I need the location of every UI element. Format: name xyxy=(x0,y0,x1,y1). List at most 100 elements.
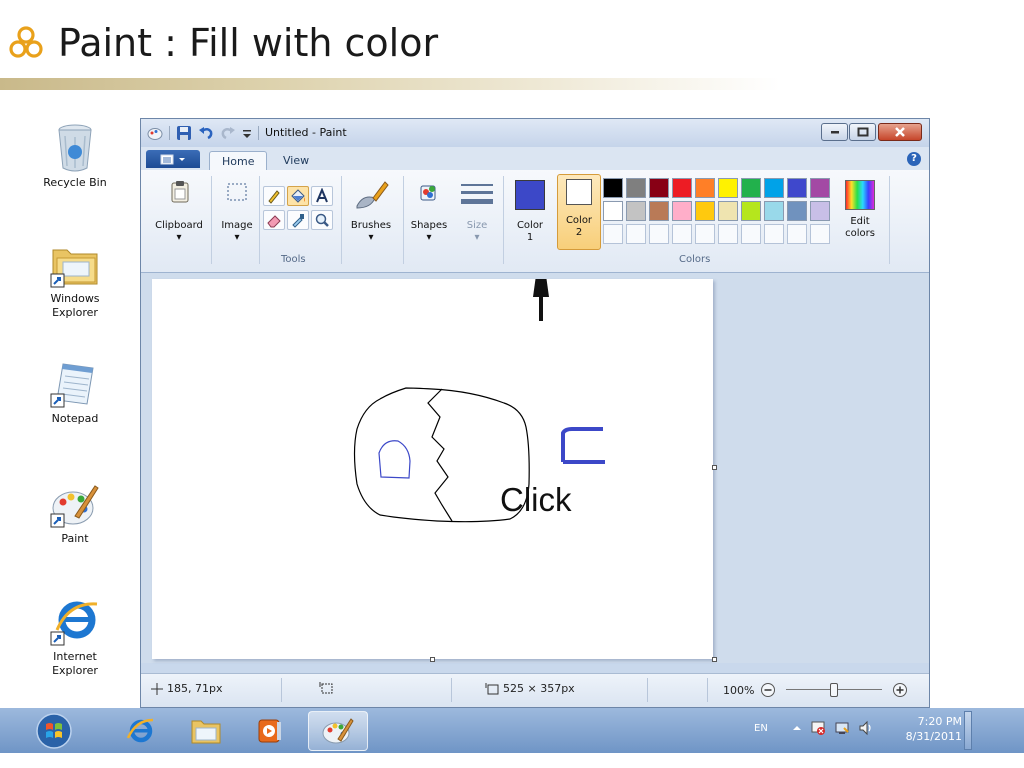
custom-color-slot[interactable] xyxy=(718,224,738,244)
resize-handle-right[interactable] xyxy=(712,465,717,470)
palette-color-swatch[interactable] xyxy=(672,178,692,198)
palette-color-swatch[interactable] xyxy=(810,178,830,198)
desktop-icon-label: Notepad xyxy=(51,412,99,425)
fill-with-color-tool[interactable] xyxy=(287,186,309,206)
custom-color-slot[interactable] xyxy=(741,224,761,244)
magnifier-tool[interactable] xyxy=(311,210,333,230)
palette-color-swatch[interactable] xyxy=(764,178,784,198)
custom-color-slot[interactable] xyxy=(649,224,669,244)
clock[interactable]: 7:20 PM 8/31/2011 xyxy=(890,714,962,744)
colors-group-label: Colors xyxy=(679,254,711,265)
volume-icon[interactable] xyxy=(858,720,874,736)
color1-button[interactable]: Color 1 xyxy=(511,176,549,256)
taskbar-internet-explorer[interactable] xyxy=(114,711,166,751)
color-picker-tool[interactable] xyxy=(287,210,309,230)
tab-view[interactable]: View xyxy=(271,151,321,170)
quick-access-toolbar xyxy=(147,125,259,141)
redo-icon[interactable] xyxy=(220,125,236,141)
palette-color-swatch[interactable] xyxy=(741,201,761,221)
start-button[interactable] xyxy=(28,711,80,751)
palette-color-swatch[interactable] xyxy=(787,178,807,198)
paint-app-icon xyxy=(147,128,163,140)
palette-row xyxy=(603,224,830,244)
pencil-tool[interactable] xyxy=(263,186,285,206)
edit-colors-button[interactable]: Edit colors xyxy=(837,176,883,256)
custom-color-slot[interactable] xyxy=(764,224,784,244)
custom-color-slot[interactable] xyxy=(695,224,715,244)
custom-color-slot[interactable] xyxy=(787,224,807,244)
size-label: Size xyxy=(466,220,488,231)
clipboard-button[interactable]: Clipboard ▾ xyxy=(151,176,207,266)
palette-color-swatch[interactable] xyxy=(718,178,738,198)
network-icon[interactable] xyxy=(834,720,850,736)
paint-menu-button[interactable] xyxy=(146,150,200,168)
group-separator xyxy=(503,176,504,264)
taskbar-paint[interactable] xyxy=(308,711,368,751)
eraser-tool[interactable] xyxy=(263,210,285,230)
help-icon[interactable]: ? xyxy=(907,152,921,166)
text-tool[interactable] xyxy=(311,186,333,206)
desktop-icon-paint[interactable]: Paint xyxy=(25,480,125,546)
custom-color-slot[interactable] xyxy=(810,224,830,244)
title-bar[interactable]: Untitled - Paint xyxy=(141,119,929,147)
minimize-button[interactable] xyxy=(821,123,848,141)
palette-color-swatch[interactable] xyxy=(718,201,738,221)
language-indicator[interactable]: EN xyxy=(754,723,768,734)
desktop-icon-recycle-bin[interactable]: Recycle Bin xyxy=(25,122,125,190)
zoom-out-icon[interactable] xyxy=(760,682,776,698)
palette-color-swatch[interactable] xyxy=(695,201,715,221)
palette-color-swatch[interactable] xyxy=(626,201,646,221)
zoom-slider-thumb[interactable] xyxy=(830,683,839,697)
undo-icon[interactable] xyxy=(198,125,214,141)
qat-customize-icon[interactable] xyxy=(242,125,252,141)
show-desktop-button[interactable] xyxy=(964,711,972,750)
image-button[interactable]: Image ▾ xyxy=(215,176,259,266)
color-palette xyxy=(603,178,830,244)
qat-separator xyxy=(169,126,170,140)
desktop-icon-windows-explorer[interactable]: Windows Explorer xyxy=(25,238,125,320)
palette-color-swatch[interactable] xyxy=(695,178,715,198)
maximize-button[interactable] xyxy=(849,123,876,141)
brushes-button[interactable]: Brushes ▾ xyxy=(345,176,397,266)
size-button[interactable]: Size ▾ xyxy=(455,176,499,266)
magnifier-icon xyxy=(315,213,329,227)
custom-color-slot[interactable] xyxy=(626,224,646,244)
palette-color-swatch[interactable] xyxy=(603,201,623,221)
desktop-icon-notepad[interactable]: Notepad xyxy=(25,360,125,426)
show-hidden-icons-icon[interactable] xyxy=(792,723,802,733)
palette-row xyxy=(603,201,830,221)
palette-color-swatch[interactable] xyxy=(626,178,646,198)
zoom-slider[interactable] xyxy=(786,682,883,698)
taskbar-media-player[interactable] xyxy=(244,711,296,751)
palette-color-swatch[interactable] xyxy=(810,201,830,221)
shapes-button[interactable]: Shapes ▾ xyxy=(407,176,451,266)
zoom-in-icon[interactable] xyxy=(892,682,908,698)
drawing-canvas[interactable]: Click xyxy=(152,279,713,659)
palette-color-swatch[interactable] xyxy=(787,201,807,221)
color2-label-line1: Color xyxy=(565,215,593,226)
custom-color-slot[interactable] xyxy=(603,224,623,244)
folder-icon xyxy=(191,720,221,744)
title-underline xyxy=(0,78,780,90)
desktop-icon-label: Paint xyxy=(61,532,89,545)
action-center-icon[interactable] xyxy=(810,720,826,736)
media-player-icon xyxy=(258,719,281,743)
color2-button[interactable]: Color 2 xyxy=(557,174,601,250)
palette-row xyxy=(603,178,830,198)
palette-color-swatch[interactable] xyxy=(649,178,669,198)
palette-color-swatch[interactable] xyxy=(764,201,784,221)
palette-color-swatch[interactable] xyxy=(741,178,761,198)
desktop-icon-internet-explorer[interactable]: Internet Explorer xyxy=(25,596,125,678)
close-button[interactable] xyxy=(878,123,922,141)
system-tray xyxy=(792,720,874,736)
windows-start-icon xyxy=(36,713,72,749)
save-icon[interactable] xyxy=(176,125,192,141)
tab-home[interactable]: Home xyxy=(209,151,268,171)
resize-handle-corner[interactable] xyxy=(712,657,717,662)
taskbar-windows-explorer[interactable] xyxy=(180,711,232,751)
palette-color-swatch[interactable] xyxy=(649,201,669,221)
resize-handle-bottom[interactable] xyxy=(430,657,435,662)
palette-color-swatch[interactable] xyxy=(672,201,692,221)
custom-color-slot[interactable] xyxy=(672,224,692,244)
palette-color-swatch[interactable] xyxy=(603,178,623,198)
